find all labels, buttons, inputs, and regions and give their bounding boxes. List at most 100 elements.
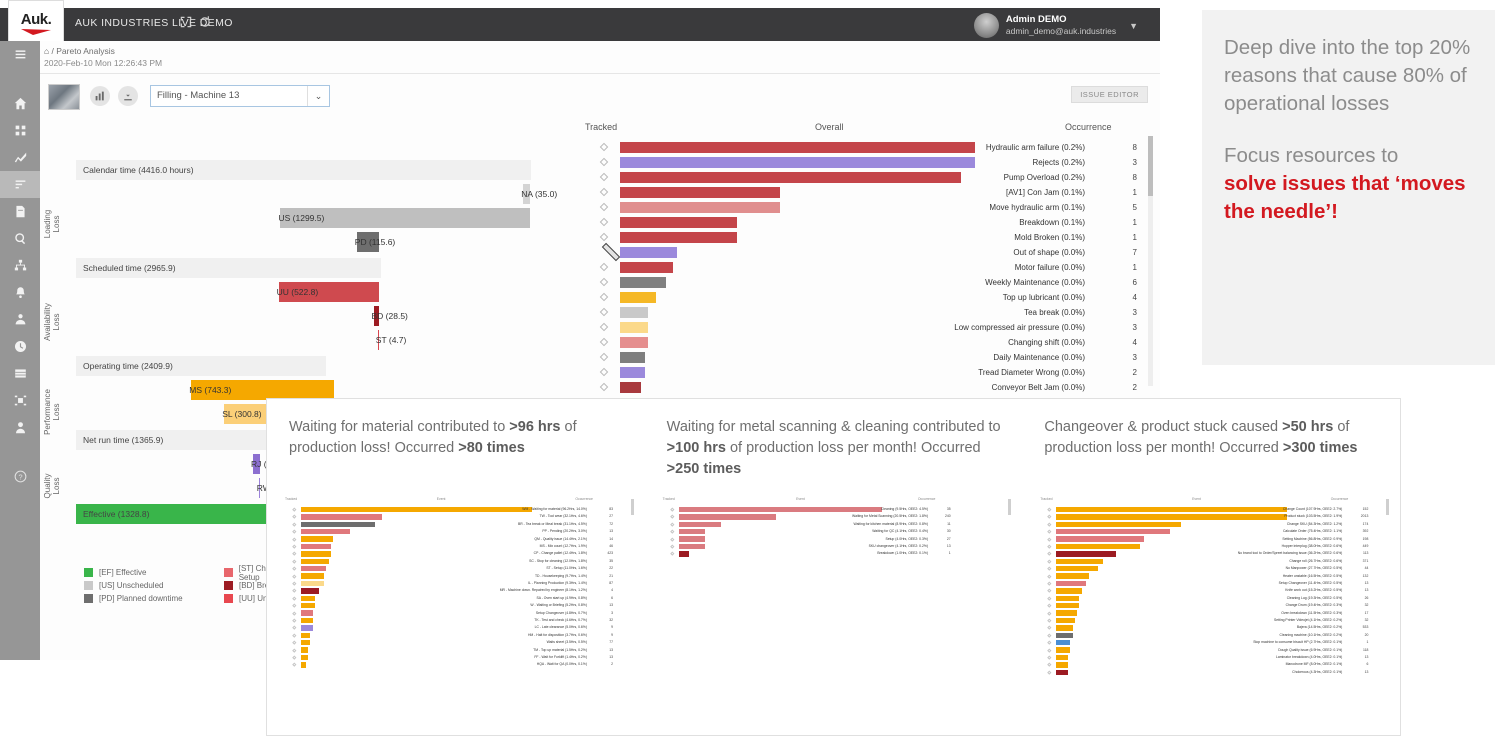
mini-track-toggle[interactable] xyxy=(1047,529,1052,534)
mini-bar[interactable] xyxy=(301,603,315,609)
mini-track-toggle[interactable] xyxy=(670,522,674,526)
mini-row[interactable]: BR - Tea break or Meal break (31.1Hrs, 4… xyxy=(285,521,615,528)
download-icon[interactable] xyxy=(118,86,138,106)
mini-bar[interactable] xyxy=(1056,662,1068,668)
mini-row[interactable]: ST - Setup (11.0Hrs, 1.6%) 22 xyxy=(285,565,615,572)
pareto-track-toggle[interactable] xyxy=(599,277,609,287)
pareto-bar[interactable] xyxy=(620,187,780,198)
pareto-track-toggle[interactable] xyxy=(599,262,609,272)
mini-row[interactable]: Product stuck (103.5Hrs, OEE2: 1.9%) 2013 xyxy=(1040,513,1370,520)
mini-bar[interactable] xyxy=(678,543,706,550)
mini-row[interactable]: Laminator breakdown (4.0Hrs, OEE2: 0.1%)… xyxy=(1040,654,1370,661)
pareto-track-toggle[interactable] xyxy=(599,322,609,332)
mini-bar[interactable] xyxy=(301,662,306,668)
mini-bar[interactable] xyxy=(678,506,882,513)
pareto-row[interactable]: Low compressed air pressure (0.0%) 3 xyxy=(585,320,1155,335)
mini-row[interactable]: Change roll (26.7Hrs, OEE2: 0.6%) 371 xyxy=(1040,558,1370,565)
mini-row[interactable]: TW - Tool wear (32.1Hrs, 4.6%) 27 xyxy=(285,513,615,520)
sidebar-item-home[interactable] xyxy=(0,90,40,117)
mini-row[interactable]: Breakdown (1.0Hrs, OEE2: 0.1%) 1 xyxy=(663,550,953,557)
mini-row[interactable]: MS - Mix count (12.7Hrs, 1.9%) 46 xyxy=(285,543,615,550)
mini-track-toggle[interactable] xyxy=(1047,633,1052,637)
mini-bar[interactable] xyxy=(301,632,311,639)
mini-bar[interactable] xyxy=(301,640,311,646)
mini-track-toggle[interactable] xyxy=(292,625,297,630)
pareto-row[interactable]: Rejects (0.2%) 3 xyxy=(585,155,1155,170)
mini-row[interactable]: Setting Machine (56.8Hrs, OEE2: 0.9%) 198 xyxy=(1040,536,1370,543)
mini-row[interactable]: Change SKU (54.3Hrs, OEE2: 1.2%) 174 xyxy=(1040,521,1370,528)
mini-row[interactable]: SC - Stop for cleaning (12.0Hrs, 1.8%) 35 xyxy=(285,558,615,565)
mini-row[interactable]: HQA - Wait for QA (0.0Hrs, 0.1%) 2 xyxy=(285,661,615,668)
mini-track-toggle[interactable] xyxy=(1047,596,1052,600)
pareto-row[interactable]: [AV1] Con Jam (0.1%) 1 xyxy=(585,185,1155,200)
mini-track-toggle[interactable] xyxy=(292,603,297,608)
mini-bar[interactable] xyxy=(301,588,320,594)
pareto-row[interactable]: Weekly Maintenance (0.0%) 6 xyxy=(585,275,1155,290)
mini-bar[interactable] xyxy=(301,647,308,653)
mini-bar[interactable] xyxy=(1056,551,1117,557)
mini-bar[interactable] xyxy=(301,514,382,520)
sidebar-item-document[interactable] xyxy=(0,198,40,225)
refresh-icon[interactable] xyxy=(199,16,211,31)
pareto-row[interactable]: Motor failure (0.0%) 1 xyxy=(585,260,1155,275)
mini-row[interactable]: Bajera (14.5Hrs, OEE2: 0.2%) 533 xyxy=(1040,624,1370,631)
mini-bar[interactable] xyxy=(301,617,313,624)
mini-track-toggle[interactable] xyxy=(292,640,297,645)
mini-track-toggle[interactable] xyxy=(1047,551,1052,556)
issue-editor-button[interactable]: ISSUE EDITOR xyxy=(1071,86,1148,103)
mini-bar[interactable] xyxy=(301,521,375,528)
pareto-track-toggle[interactable] xyxy=(599,142,609,152)
mini-bar[interactable] xyxy=(301,551,332,557)
mini-bar[interactable] xyxy=(678,521,722,528)
pareto-bar[interactable] xyxy=(620,247,677,258)
mini-bar[interactable] xyxy=(1056,603,1080,609)
mini-row[interactable]: QM - Quality issue (14.4Hrs, 2.1%) 14 xyxy=(285,536,615,543)
mini-track-toggle[interactable] xyxy=(1047,544,1052,549)
pareto-row[interactable]: Conveyor Belt Jam (0.0%) 2 xyxy=(585,380,1155,395)
mini-track-toggle[interactable] xyxy=(292,648,297,652)
mini-track-toggle[interactable] xyxy=(1047,670,1052,674)
mini-bar[interactable] xyxy=(1056,654,1068,661)
mini-bar[interactable] xyxy=(301,566,327,572)
mini-row[interactable]: Change Drum (19.4Hrs, OEE2: 0.3%) 32 xyxy=(1040,602,1370,609)
mini-bar[interactable] xyxy=(301,625,313,631)
mini-row[interactable]: HM - Halt for disposition (3.7Hrs, 0.6%)… xyxy=(285,632,615,639)
pareto-scrollbar[interactable] xyxy=(1148,136,1153,386)
mini-bar[interactable] xyxy=(1056,588,1082,594)
mini-bar[interactable] xyxy=(678,536,706,542)
mini-bar[interactable] xyxy=(678,551,689,557)
mini-bar[interactable] xyxy=(1056,543,1140,550)
mini-bar[interactable] xyxy=(1056,580,1087,587)
mini-bar[interactable] xyxy=(301,580,325,587)
mini-row[interactable]: Hopper interplug (38.0Hrs, OEE2: 0.6%) 44… xyxy=(1040,543,1370,550)
pareto-row[interactable]: Pump Overload (0.2%) 8 xyxy=(585,170,1155,185)
mini-track-toggle[interactable] xyxy=(292,633,297,637)
mini-row[interactable]: No brand tool to Order/Spreet balancing … xyxy=(1040,550,1370,557)
mini-bar[interactable] xyxy=(1056,566,1098,572)
chevron-down-icon[interactable]: ⌄ xyxy=(307,86,329,106)
mini-row[interactable]: Dough Quality issue (6.9Hrs, OEE2: 0.1%)… xyxy=(1040,647,1370,654)
mini-track-toggle[interactable] xyxy=(292,581,297,586)
mini-row[interactable]: W - Waiting or Briefing (5.2Hrs, 0.8%) 13 xyxy=(285,602,615,609)
mini-track-toggle[interactable] xyxy=(1047,603,1052,608)
mini-row[interactable]: Waiting for Metal Scanning (20.5Hrs, OEE… xyxy=(663,513,953,520)
mini-track-toggle[interactable] xyxy=(670,551,674,556)
sidebar-item-machine[interactable] xyxy=(0,387,40,414)
mini-row[interactable]: TK - Test and check (4.6Hrs, 0.7%) 32 xyxy=(285,617,615,624)
sidebar-item-bell[interactable] xyxy=(0,279,40,306)
mini-row[interactable]: SA - Oven start up (4.9Hrs, 0.8%) 6 xyxy=(285,595,615,602)
mini-bar[interactable] xyxy=(1056,536,1145,542)
mini-track-toggle[interactable] xyxy=(1047,588,1052,593)
mini-bar[interactable] xyxy=(301,529,350,535)
pareto-track-toggle[interactable] xyxy=(599,202,609,212)
mini-bar[interactable] xyxy=(301,610,313,616)
mini-bar[interactable] xyxy=(1056,529,1170,535)
sidebar-item-user[interactable] xyxy=(0,414,40,441)
pareto-row[interactable]: Changing shift (0.0%) 4 xyxy=(585,335,1155,350)
sidebar-item-team[interactable] xyxy=(0,306,40,333)
pareto-row[interactable]: Move hydraulic arm (0.1%) 5 xyxy=(585,200,1155,215)
machine-select[interactable]: Filling - Machine 13 ⌄ xyxy=(150,85,330,107)
waterfall-effective[interactable]: Effective (1328.8) xyxy=(76,504,271,524)
mini-track-toggle[interactable] xyxy=(1047,648,1052,652)
mini-row[interactable]: FF - Wait for Forklift (1.4Hrs, 0.2%) 13 xyxy=(285,654,615,661)
